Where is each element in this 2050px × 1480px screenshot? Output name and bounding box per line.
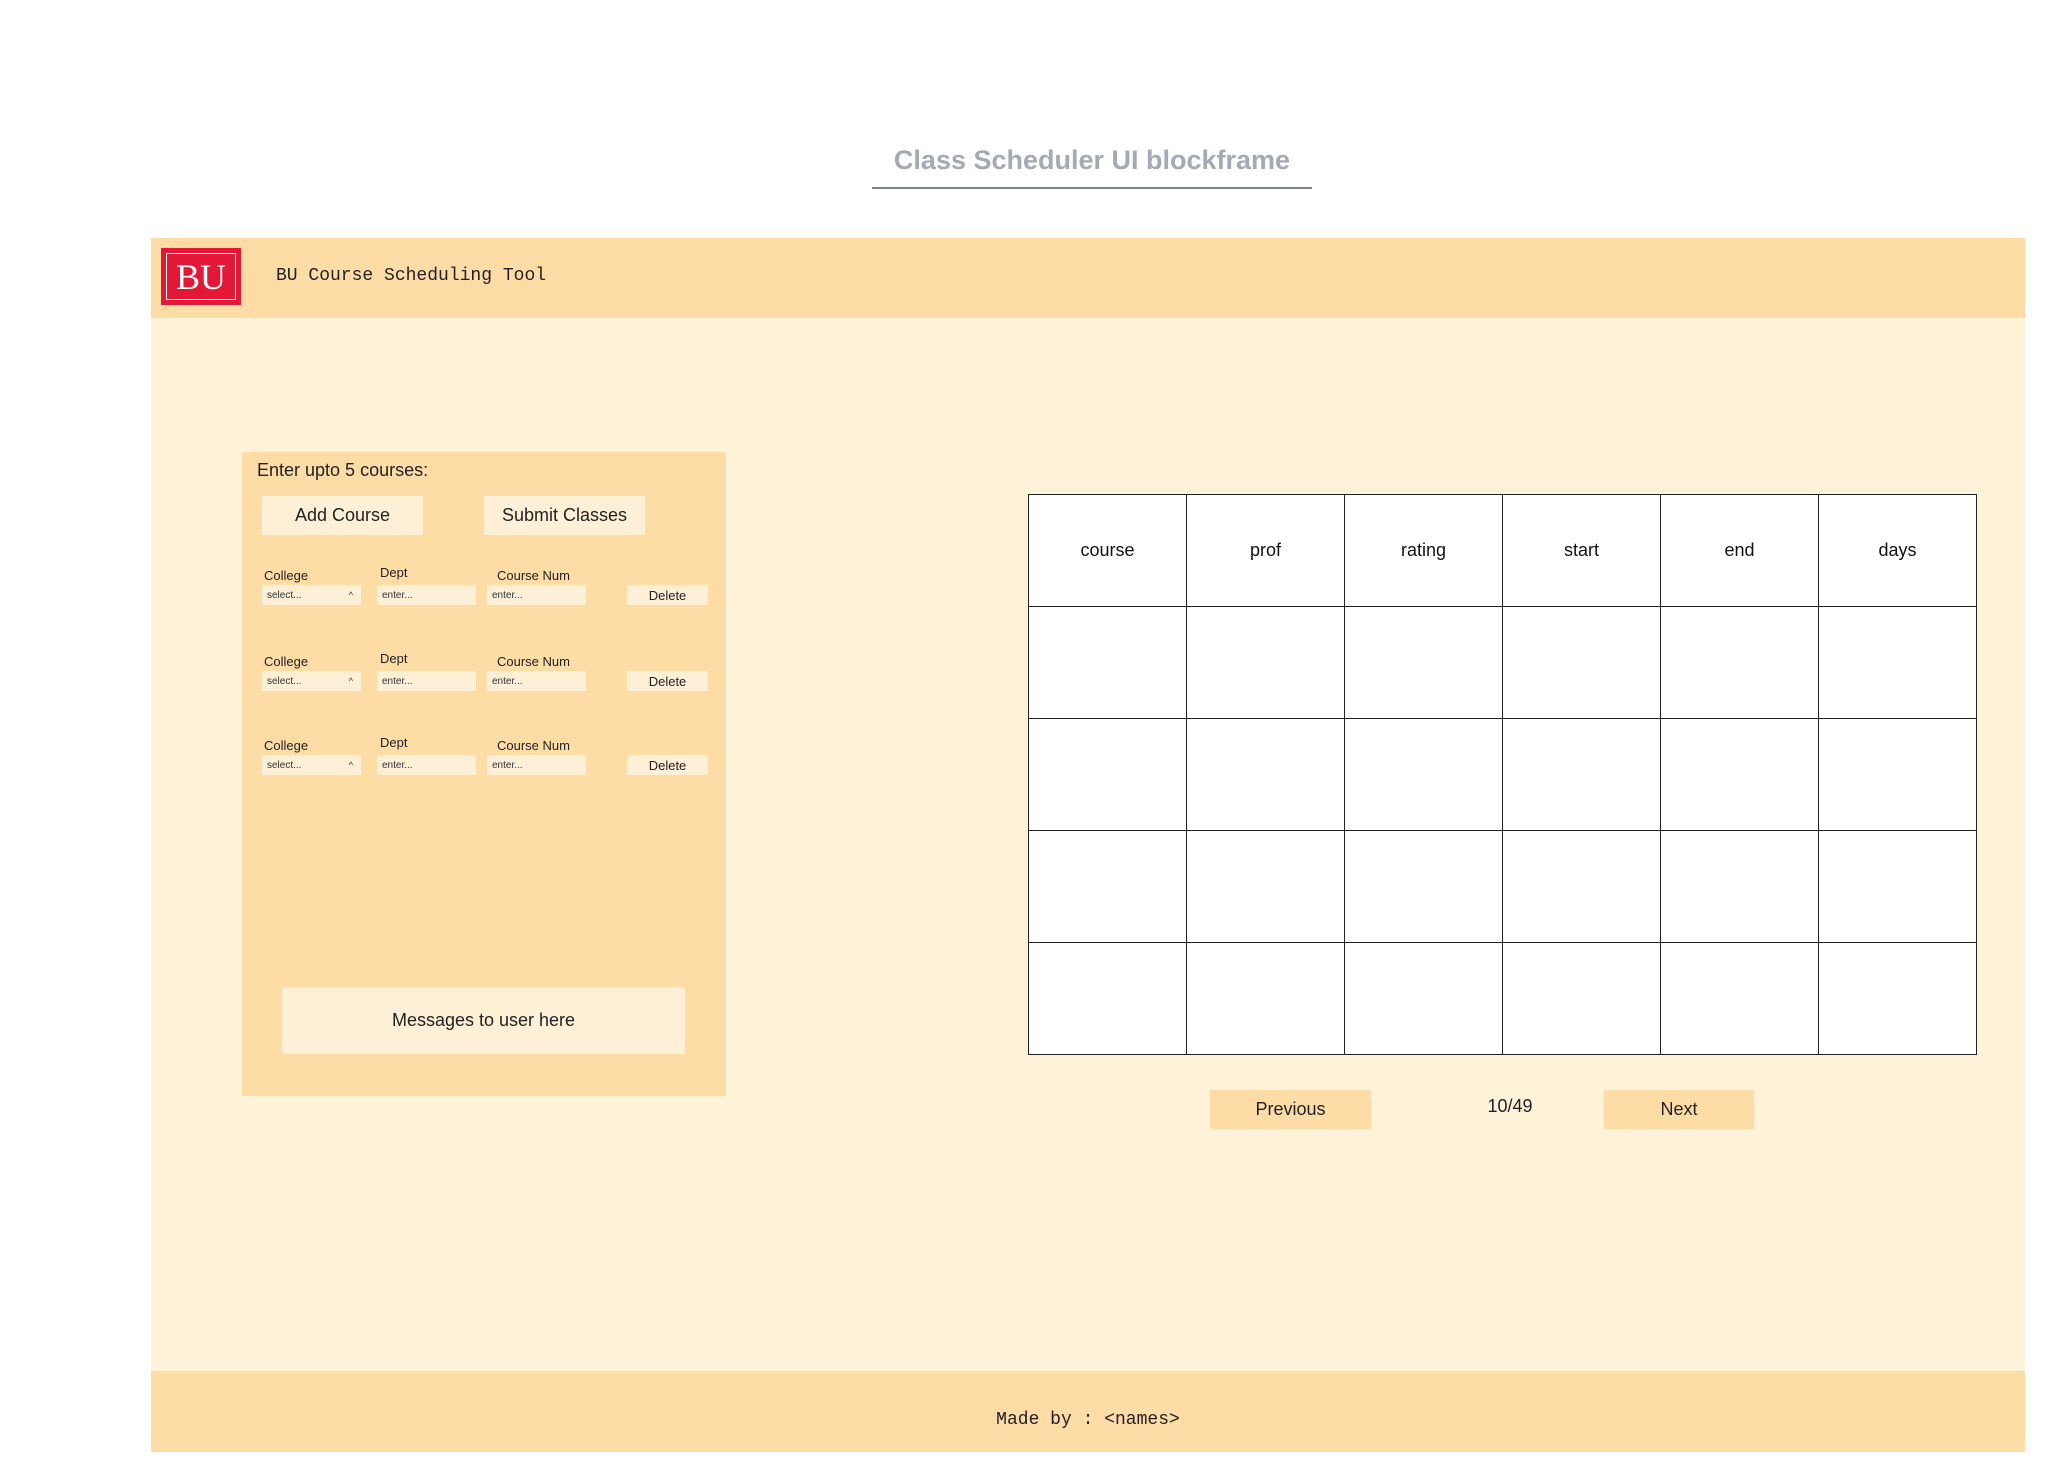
course-num-label: Course Num	[497, 738, 570, 753]
table-row[interactable]	[1028, 718, 1977, 831]
delete-button[interactable]: Delete	[627, 671, 708, 691]
app-title: BU Course Scheduling Tool	[276, 266, 547, 286]
table-cell	[1660, 718, 1819, 831]
table-cell	[1344, 718, 1503, 831]
college-select-value: select...	[267, 675, 302, 687]
course-row: College Dept Course Num select... ^ ente…	[260, 735, 710, 785]
table-cell	[1344, 942, 1503, 1055]
table-cell	[1818, 830, 1977, 943]
dept-label: Dept	[380, 565, 408, 580]
dept-input[interactable]: enter...	[377, 585, 476, 605]
table-cell	[1344, 606, 1503, 719]
user-message-box: Messages to user here	[282, 987, 685, 1054]
table-cell	[1660, 830, 1819, 943]
dept-label: Dept	[380, 735, 408, 750]
blockframe-title: Class Scheduler UI blockframe	[893, 145, 1291, 175]
college-select[interactable]: select... ^	[262, 755, 361, 775]
college-select[interactable]: select... ^	[262, 585, 361, 605]
table-cell	[1028, 606, 1187, 719]
table-cell	[1028, 942, 1187, 1055]
table-cell	[1344, 830, 1503, 943]
college-label: College	[264, 738, 309, 753]
table-cell	[1502, 606, 1661, 719]
column-header-days: days	[1818, 494, 1977, 607]
results-table: course prof rating start end days	[1028, 494, 1977, 1055]
add-course-button[interactable]: Add Course	[262, 496, 423, 535]
column-header-rating: rating	[1344, 494, 1503, 607]
column-header-course: course	[1028, 494, 1187, 607]
college-label: College	[264, 654, 309, 669]
column-header-prof: prof	[1186, 494, 1345, 607]
course-num-input[interactable]: enter...	[487, 755, 586, 775]
college-select-value: select...	[267, 759, 302, 771]
footer-credits: Made by : <names>	[996, 1410, 1180, 1430]
table-header-row: course prof rating start end days	[1028, 494, 1977, 607]
table-row[interactable]	[1028, 606, 1977, 719]
next-page-button[interactable]: Next	[1604, 1090, 1754, 1129]
college-label: College	[264, 568, 309, 583]
course-num-label: Course Num	[497, 568, 570, 583]
chevron-up-icon: ^	[348, 590, 353, 600]
college-select-value: select...	[267, 589, 302, 601]
bu-logo-text: BU	[166, 253, 236, 300]
course-num-label: Course Num	[497, 654, 570, 669]
course-row: College Dept Course Num select... ^ ente…	[260, 651, 710, 701]
dept-input[interactable]: enter...	[377, 671, 476, 691]
course-num-input[interactable]: enter...	[487, 585, 586, 605]
table-cell	[1818, 718, 1977, 831]
table-cell	[1818, 942, 1977, 1055]
table-cell	[1028, 830, 1187, 943]
table-cell	[1660, 606, 1819, 719]
delete-button[interactable]: Delete	[627, 585, 708, 605]
table-cell	[1502, 942, 1661, 1055]
table-cell	[1186, 942, 1345, 1055]
chevron-up-icon: ^	[348, 760, 353, 770]
table-row[interactable]	[1028, 942, 1977, 1055]
panel-heading: Enter upto 5 courses:	[257, 460, 429, 480]
college-select[interactable]: select... ^	[262, 671, 361, 691]
previous-page-button[interactable]: Previous	[1210, 1090, 1371, 1129]
title-underline	[872, 187, 1312, 189]
table-cell	[1818, 606, 1977, 719]
course-row: College Dept Course Num select... ^ ente…	[260, 565, 710, 615]
delete-button[interactable]: Delete	[627, 755, 708, 775]
dept-label: Dept	[380, 651, 408, 666]
submit-classes-button[interactable]: Submit Classes	[484, 496, 645, 535]
chevron-up-icon: ^	[348, 676, 353, 686]
column-header-start: start	[1502, 494, 1661, 607]
table-row[interactable]	[1028, 830, 1977, 943]
table-cell	[1028, 718, 1187, 831]
page-indicator: 10/49	[1487, 1096, 1533, 1116]
table-cell	[1186, 830, 1345, 943]
table-cell	[1502, 718, 1661, 831]
dept-input[interactable]: enter...	[377, 755, 476, 775]
bu-logo[interactable]: BU	[161, 248, 241, 305]
table-cell	[1186, 718, 1345, 831]
table-cell	[1502, 830, 1661, 943]
course-num-input[interactable]: enter...	[487, 671, 586, 691]
table-cell	[1186, 606, 1345, 719]
column-header-end: end	[1660, 494, 1819, 607]
table-cell	[1660, 942, 1819, 1055]
